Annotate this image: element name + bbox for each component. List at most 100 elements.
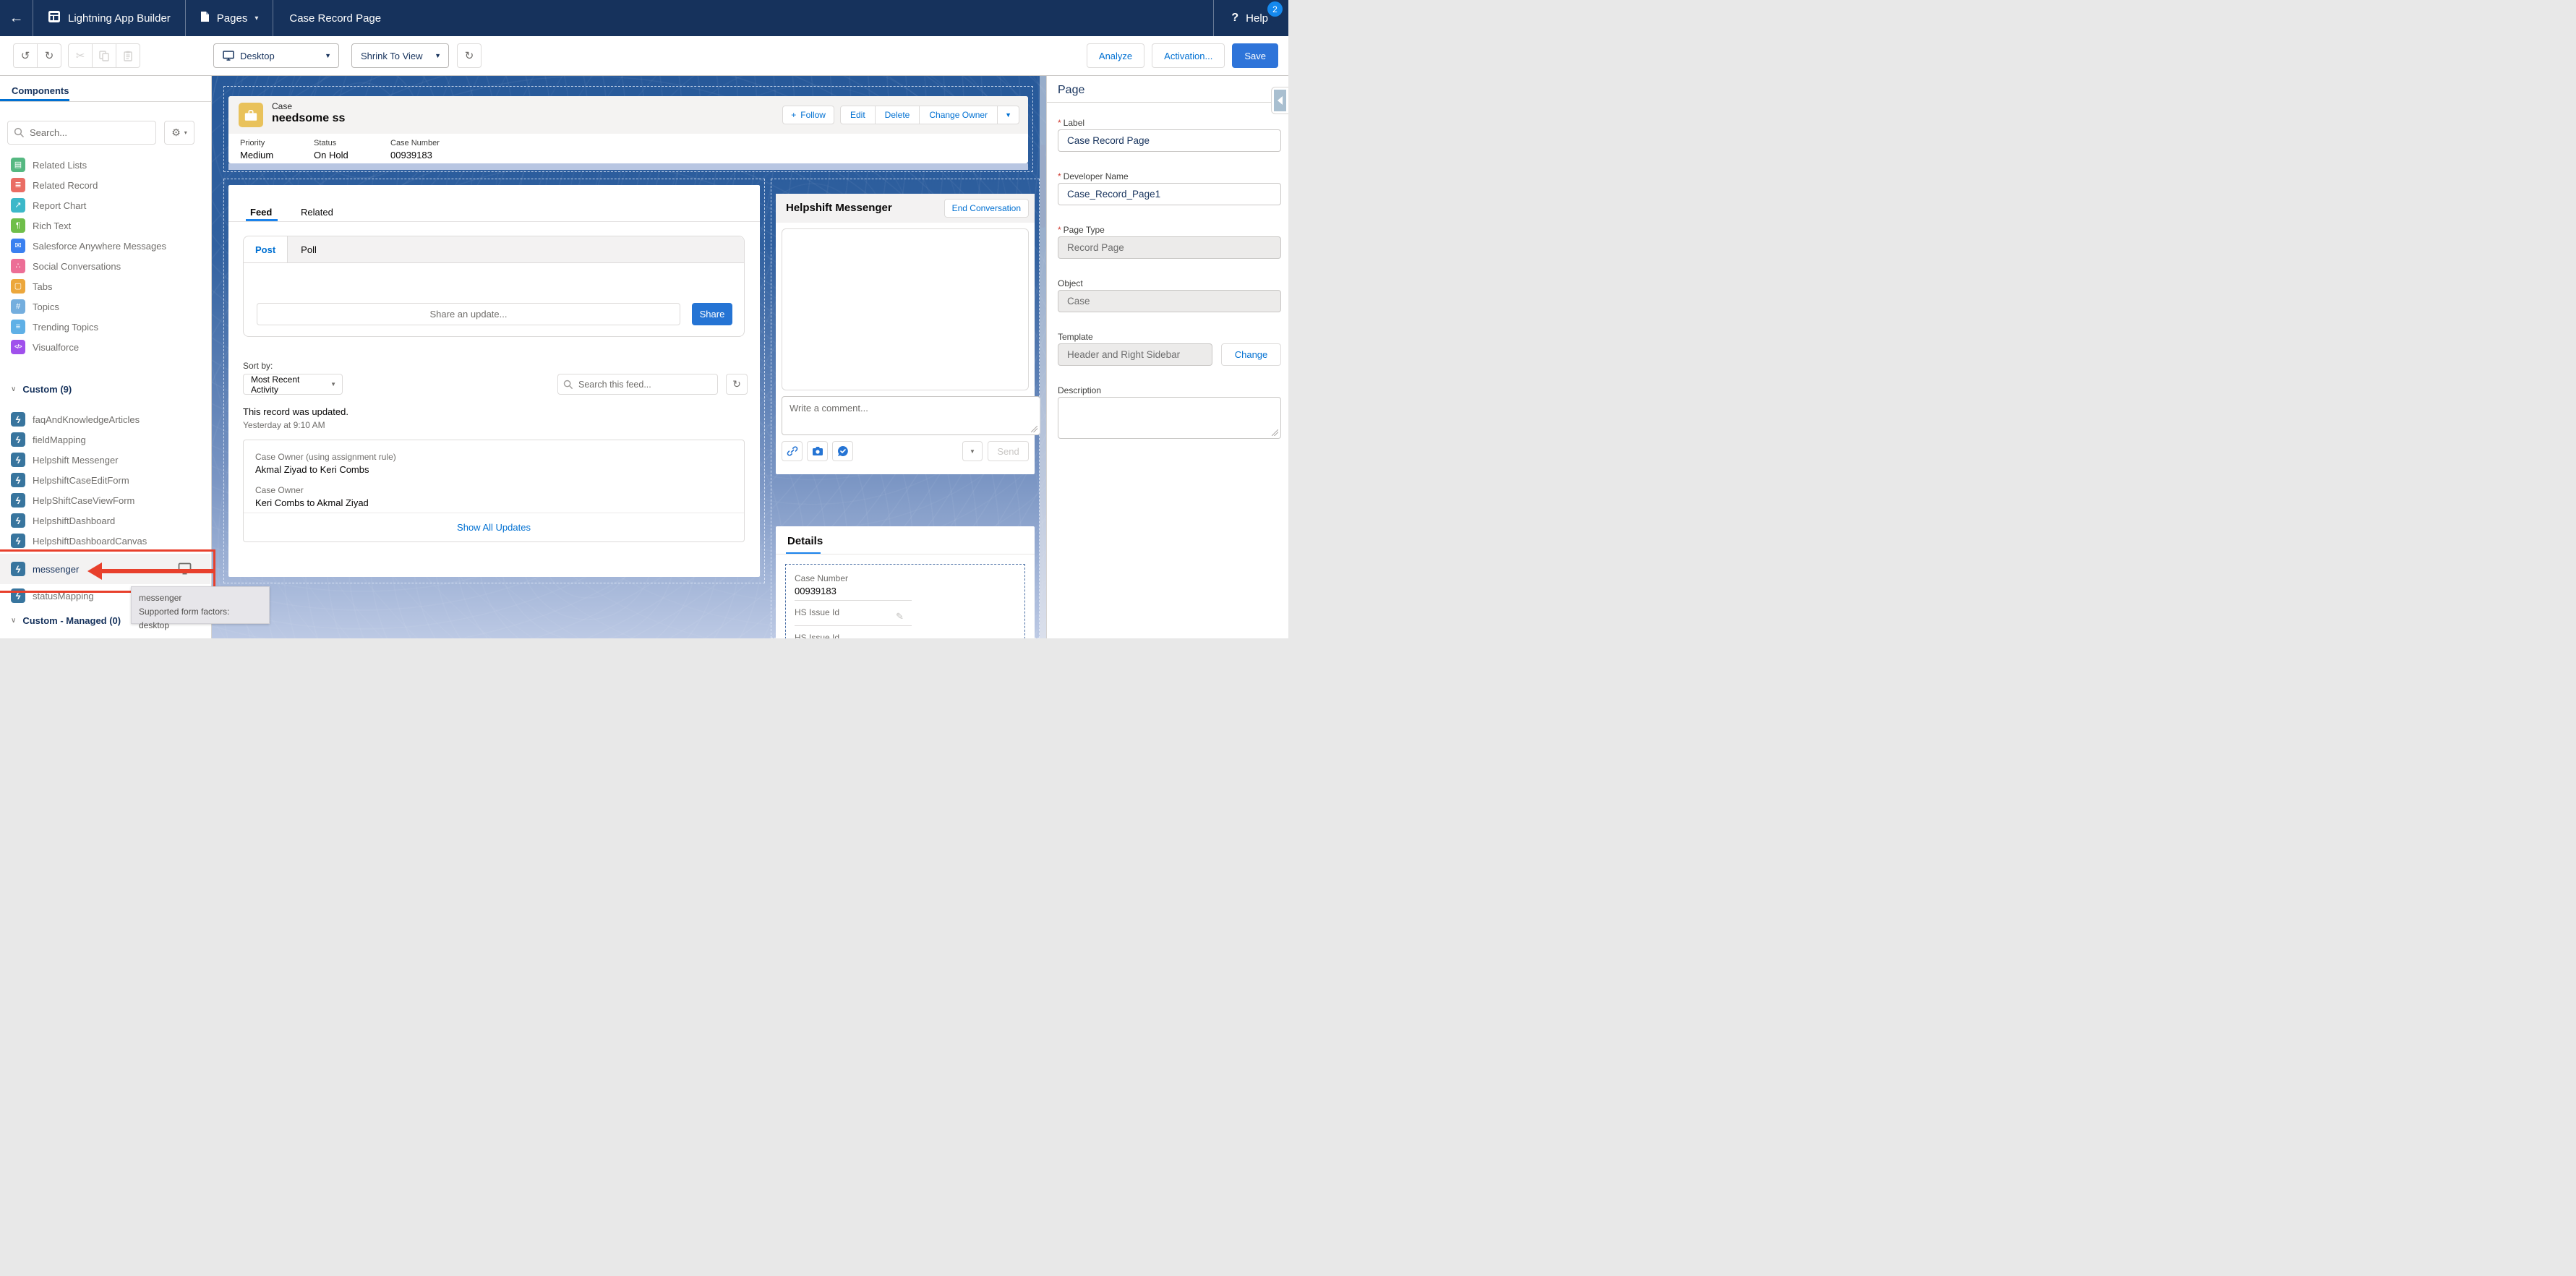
- send-options-button[interactable]: ▼: [962, 441, 983, 461]
- section-custom[interactable]: ∨ Custom (9): [11, 380, 72, 398]
- collapse-panel-button[interactable]: [1271, 87, 1288, 114]
- delete-button[interactable]: Delete: [875, 106, 920, 124]
- standard-component-list: ▤ Related Lists ≣ Related Record ↗ Repor…: [0, 155, 210, 357]
- component-item-rich-text[interactable]: ¶ Rich Text: [0, 215, 210, 236]
- edit-pencil-icon[interactable]: ✎: [896, 611, 904, 622]
- component-item-messenger[interactable]: ϟ messenger: [0, 554, 210, 584]
- caret-down-icon: ▼: [435, 52, 441, 59]
- component-item-trending-topics[interactable]: ≡ Trending Topics: [0, 317, 210, 337]
- component-item-topics[interactable]: # Topics: [0, 296, 210, 317]
- sidebar-components-region[interactable]: Helpshift Messenger End Conversation: [771, 179, 1040, 638]
- required-asterisk: *: [1058, 171, 1061, 181]
- component-item-anywhere-messages[interactable]: ✉ Salesforce Anywhere Messages: [0, 236, 210, 256]
- edit-button[interactable]: Edit: [841, 106, 875, 124]
- component-item-case-view-form[interactable]: ϟ HelpShiftCaseViewForm: [0, 490, 210, 510]
- component-item-social-conversations[interactable]: ∴ Social Conversations: [0, 256, 210, 276]
- view-selected-value: Shrink To View: [361, 51, 423, 61]
- help-menu[interactable]: ? Help 2: [1213, 0, 1288, 36]
- send-button[interactable]: Send: [988, 441, 1029, 461]
- field-value: On Hold: [314, 150, 390, 160]
- tab-related[interactable]: Related: [301, 207, 333, 218]
- tab-feed[interactable]: Feed: [250, 207, 272, 218]
- developer-name-input[interactable]: [1058, 183, 1281, 205]
- component-label: Related Record: [33, 180, 98, 191]
- comment-textarea[interactable]: [782, 396, 1040, 435]
- save-button[interactable]: Save: [1232, 43, 1278, 68]
- show-all-updates-link[interactable]: Show All Updates: [244, 513, 744, 541]
- view-scale-select[interactable]: Shrink To View ▼: [351, 43, 449, 68]
- change-owner-button[interactable]: Change Owner: [919, 106, 997, 124]
- properties-title: Page: [1058, 84, 1084, 97]
- copy-icon: [99, 51, 109, 61]
- chevron-down-icon: ∨: [11, 617, 16, 625]
- component-item-report-chart[interactable]: ↗ Report Chart: [0, 195, 210, 215]
- refresh-button[interactable]: ↻: [457, 43, 482, 68]
- resize-handle[interactable]: [1272, 429, 1278, 436]
- change-template-button[interactable]: Change: [1221, 343, 1281, 366]
- tab-details[interactable]: Details: [787, 535, 823, 547]
- attach-link-button[interactable]: [782, 441, 803, 461]
- copy-button[interactable]: [92, 43, 116, 68]
- sidebar-divider: [0, 101, 211, 102]
- undo-button[interactable]: ↺: [13, 43, 38, 68]
- redo-button[interactable]: ↻: [37, 43, 61, 68]
- component-item-helpshift-dashboard[interactable]: ϟ HelpshiftDashboard: [0, 510, 210, 531]
- component-settings-button[interactable]: ⚙ ▾: [164, 121, 194, 145]
- sort-selected-value: Most Recent Activity: [251, 374, 326, 395]
- field-divider: [795, 600, 912, 601]
- share-update-input[interactable]: [257, 303, 680, 325]
- component-label: Report Chart: [33, 200, 86, 211]
- component-item-dashboard-canvas[interactable]: ϟ HelpshiftDashboardCanvas: [0, 531, 210, 551]
- lightning-app-builder: ← Lightning App Builder Pages ▾ Case Rec…: [0, 0, 1288, 638]
- component-item-visualforce[interactable]: </> Visualforce: [0, 337, 210, 357]
- end-conversation-button[interactable]: End Conversation: [944, 199, 1029, 218]
- more-actions-button[interactable]: ▼: [997, 106, 1019, 124]
- field-value: Medium: [240, 150, 314, 160]
- component-label: Helpshift Messenger: [33, 455, 119, 466]
- components-sidebar: Components ⚙ ▾ ▤ Related Lists ≣ Related…: [0, 76, 212, 638]
- tabs-component-region[interactable]: Feed Related Post Poll Share Sort by: Mo…: [223, 179, 765, 583]
- component-item-related-record[interactable]: ≣ Related Record: [0, 175, 210, 195]
- pages-menu[interactable]: Pages ▾: [186, 0, 274, 36]
- attach-photo-button[interactable]: [807, 441, 828, 461]
- follow-button[interactable]: + Follow: [782, 106, 834, 124]
- quick-text-button[interactable]: [832, 441, 853, 461]
- activation-button[interactable]: Activation...: [1152, 43, 1225, 68]
- component-item-related-lists[interactable]: ▤ Related Lists: [0, 155, 210, 175]
- component-label: fieldMapping: [33, 434, 86, 445]
- canvas-scrollbar-thumb[interactable]: [1040, 145, 1045, 228]
- sort-select[interactable]: Most Recent Activity ▼: [243, 374, 343, 395]
- feed-refresh-button[interactable]: ↻: [726, 374, 748, 395]
- back-button[interactable]: ←: [0, 0, 33, 36]
- share-button[interactable]: Share: [692, 303, 732, 325]
- follow-label: Follow: [800, 110, 826, 120]
- label-input[interactable]: [1058, 129, 1281, 152]
- question-mark-icon: ?: [1231, 12, 1238, 25]
- cut-button[interactable]: ✂: [68, 43, 93, 68]
- section-custom-managed[interactable]: ∨ Custom - Managed (0): [11, 612, 121, 629]
- field-divider: [795, 625, 912, 626]
- description-textarea[interactable]: [1058, 397, 1281, 439]
- component-item-tabs[interactable]: ▢ Tabs: [0, 276, 210, 296]
- tab-components[interactable]: Components: [12, 85, 69, 96]
- resize-handle[interactable]: [1031, 426, 1037, 432]
- analyze-button[interactable]: Analyze: [1087, 43, 1144, 68]
- search-input[interactable]: [7, 121, 156, 145]
- tab-poll[interactable]: Poll: [288, 236, 330, 262]
- detail-fields-region[interactable]: Case Number 00939183 HS Issue Id ✎ HS Is…: [785, 564, 1025, 638]
- field-label: Case Number: [390, 139, 440, 147]
- header-component-region[interactable]: Case needsome ss + Follow Edit Delete Ch…: [223, 86, 1033, 172]
- component-item-faq-knowledge[interactable]: ϟ faqAndKnowledgeArticles: [0, 409, 210, 429]
- feed-search-input[interactable]: [557, 374, 718, 395]
- tab-post[interactable]: Post: [244, 236, 288, 262]
- component-item-field-mapping[interactable]: ϟ fieldMapping: [0, 429, 210, 450]
- lightning-bolt-icon: ϟ: [11, 453, 25, 467]
- device-select[interactable]: Desktop ▼: [213, 43, 339, 68]
- toolbar-actions: Analyze Activation... Save: [1087, 43, 1278, 68]
- component-item-helpshift-messenger[interactable]: ϟ Helpshift Messenger: [0, 450, 210, 470]
- paste-button[interactable]: [116, 43, 140, 68]
- messenger-title: Helpshift Messenger: [786, 202, 892, 214]
- template-field-label: Template: [1058, 332, 1093, 342]
- component-item-case-edit-form[interactable]: ϟ HelpshiftCaseEditForm: [0, 470, 210, 490]
- detail-field-label: Case Number: [795, 573, 848, 583]
